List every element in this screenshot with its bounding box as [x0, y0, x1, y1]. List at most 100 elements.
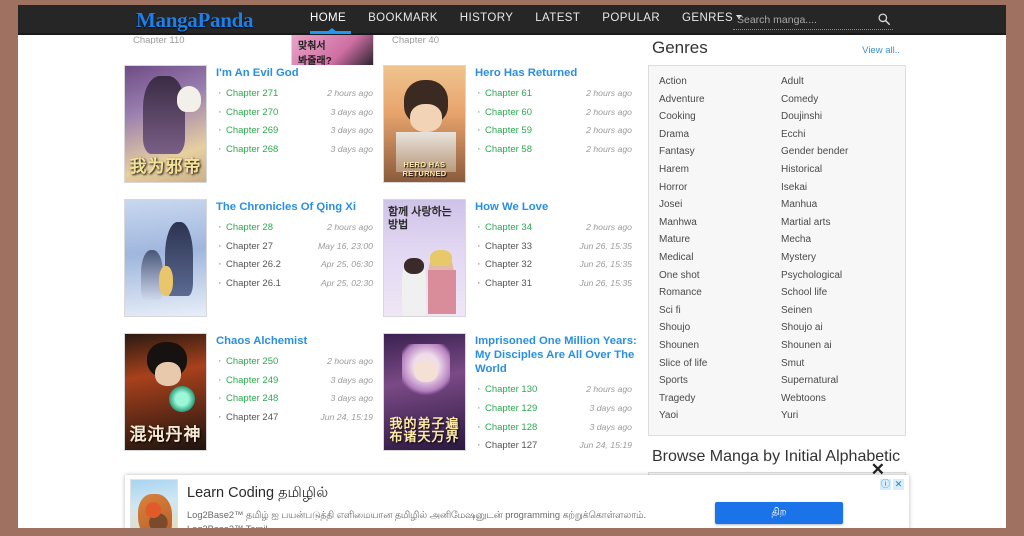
manga-card[interactable]: 混沌丹神 Chaos Alchemist · Chapter 250 2 hou…	[124, 327, 383, 468]
manga-cover-image[interactable]: HERO HAS RETURNED	[383, 65, 466, 183]
chapter-row[interactable]: · Chapter 60 2 hours ago	[475, 106, 642, 119]
genre-item[interactable]: Comedy	[781, 91, 895, 109]
chapter-row[interactable]: · Chapter 31 Jun 26, 15:35	[475, 277, 642, 290]
chapter-link[interactable]: Chapter 269	[226, 125, 330, 136]
chapter-link[interactable]: Chapter 250	[226, 356, 327, 367]
manga-card[interactable]: 我的弟子遍布诸天万界 Imprisoned One Million Years:…	[383, 327, 642, 468]
genre-item[interactable]: Seinen	[781, 302, 895, 320]
genre-item[interactable]: One shot	[659, 267, 773, 285]
chapter-row[interactable]: · Chapter 129 3 days ago	[475, 402, 642, 415]
genre-item[interactable]: Adult	[781, 73, 895, 91]
manga-title[interactable]: Hero Has Returned	[475, 66, 642, 80]
manga-title[interactable]: Chaos Alchemist	[216, 334, 383, 348]
chapter-row[interactable]: · Chapter 269 3 days ago	[216, 124, 383, 137]
chapter-link[interactable]: Chapter 33	[485, 241, 579, 252]
ad-close-icon[interactable]: ✕	[871, 461, 885, 478]
manga-title[interactable]: I'm An Evil God	[216, 66, 383, 80]
chapter-link[interactable]: Chapter 60	[485, 107, 586, 118]
manga-cover-image[interactable]: 我的弟子遍布诸天万界	[383, 333, 466, 451]
genre-item[interactable]: School life	[781, 284, 895, 302]
genre-item[interactable]: Ecchi	[781, 126, 895, 144]
chapter-link[interactable]: Chapter 26.2	[226, 259, 321, 270]
chapter-link[interactable]: Chapter 61	[485, 88, 586, 99]
chapter-row[interactable]: · Chapter 32 Jun 26, 15:35	[475, 258, 642, 271]
chapter-link[interactable]: Chapter 28	[226, 222, 327, 233]
manga-card[interactable]: HERO HAS RETURNED Hero Has Returned · Ch…	[383, 59, 642, 193]
ad-cta-button[interactable]: திற	[715, 502, 843, 524]
manga-cover-image[interactable]: 함께 사랑하는 방법	[383, 199, 466, 317]
genre-item[interactable]: Gender bender	[781, 143, 895, 161]
chapter-row[interactable]: · Chapter 249 3 days ago	[216, 374, 383, 387]
chapter-row[interactable]: · Chapter 268 3 days ago	[216, 143, 383, 156]
chapter-row[interactable]: · Chapter 58 2 hours ago	[475, 143, 642, 156]
chapter-row[interactable]: · Chapter 34 2 hours ago	[475, 221, 642, 234]
manga-title[interactable]: How We Love	[475, 200, 642, 214]
genre-item[interactable]: Josei	[659, 196, 773, 214]
chapter-row[interactable]: · Chapter 61 2 hours ago	[475, 87, 642, 100]
genre-item[interactable]: Mystery	[781, 249, 895, 267]
chapter-row[interactable]: · Chapter 250 2 hours ago	[216, 355, 383, 368]
genre-item[interactable]: Shounen ai	[781, 337, 895, 355]
genre-item[interactable]: Harem	[659, 161, 773, 179]
manga-title[interactable]: Imprisoned One Million Years: My Discipl…	[475, 334, 642, 376]
chapter-link[interactable]: Chapter 130	[485, 384, 586, 395]
chapter-link[interactable]: Chapter 59	[485, 125, 586, 136]
genre-item[interactable]: Mature	[659, 231, 773, 249]
genre-item[interactable]: Fantasy	[659, 143, 773, 161]
chapter-row[interactable]: · Chapter 130 2 hours ago	[475, 383, 642, 396]
chapter-row[interactable]: · Chapter 128 3 days ago	[475, 421, 642, 434]
genre-item[interactable]: Adventure	[659, 91, 773, 109]
genre-item[interactable]: Martial arts	[781, 214, 895, 232]
chapter-link[interactable]: Chapter 248	[226, 393, 330, 404]
genre-item[interactable]: Isekai	[781, 179, 895, 197]
genre-item[interactable]: Supernatural	[781, 372, 895, 390]
chapter-row[interactable]: · Chapter 28 2 hours ago	[216, 221, 383, 234]
search-input[interactable]	[737, 11, 867, 28]
genre-item[interactable]: Action	[659, 73, 773, 91]
chapter-link[interactable]: Chapter 268	[226, 144, 330, 155]
genre-item[interactable]: Shoujo	[659, 319, 773, 337]
manga-card[interactable]: The Chronicles Of Qing Xi · Chapter 28 2…	[124, 193, 383, 327]
ad-title[interactable]: Learn Coding தமிழில்	[187, 485, 328, 503]
site-logo[interactable]: MangaPanda	[136, 8, 253, 33]
chapter-link[interactable]: Chapter 127	[485, 440, 579, 451]
genre-item[interactable]: Drama	[659, 126, 773, 144]
genre-item[interactable]: Sports	[659, 372, 773, 390]
chapter-link[interactable]: Chapter 31	[485, 278, 579, 289]
genre-item[interactable]: Tragedy	[659, 390, 773, 408]
chapter-row[interactable]: · Chapter 270 3 days ago	[216, 106, 383, 119]
chapter-row[interactable]: · Chapter 247 Jun 24, 15:19	[216, 411, 383, 424]
ad-thumbnail-image[interactable]	[130, 479, 178, 528]
chapter-link[interactable]: Chapter 270	[226, 107, 330, 118]
ad-info-icon[interactable]: ⓘ	[880, 479, 891, 490]
chapter-row[interactable]: · Chapter 26.1 Apr 25, 02:30	[216, 277, 383, 290]
chapter-row[interactable]: · Chapter 248 3 days ago	[216, 392, 383, 405]
genre-item[interactable]: Yuri	[781, 407, 895, 425]
genre-item[interactable]: Shoujo ai	[781, 319, 895, 337]
genre-item[interactable]: Historical	[781, 161, 895, 179]
manga-card[interactable]: 함께 사랑하는 방법 How We Love · Chapter 34 2 ho…	[383, 193, 642, 327]
genre-item[interactable]: Shounen	[659, 337, 773, 355]
chapter-link[interactable]: Chapter 271	[226, 88, 327, 99]
chapter-link[interactable]: Chapter 58	[485, 144, 586, 155]
chapter-link[interactable]: Chapter 128	[485, 422, 589, 433]
ad-dismiss-icon[interactable]: ✕	[893, 479, 904, 490]
genre-item[interactable]: Webtoons	[781, 390, 895, 408]
manga-card[interactable]: 我为邪帝 I'm An Evil God · Chapter 271 2 hou…	[124, 59, 383, 193]
genre-item[interactable]: Yaoi	[659, 407, 773, 425]
manga-cover-image[interactable]	[124, 199, 207, 317]
chapter-row[interactable]: · Chapter 59 2 hours ago	[475, 124, 642, 137]
genre-item[interactable]: Smut	[781, 355, 895, 373]
genre-item[interactable]: Manhua	[781, 196, 895, 214]
genre-item[interactable]: Slice of life	[659, 355, 773, 373]
chapter-link[interactable]: Chapter 247	[226, 412, 320, 423]
genre-item[interactable]: Romance	[659, 284, 773, 302]
manga-title[interactable]: The Chronicles Of Qing Xi	[216, 200, 383, 214]
chapter-link[interactable]: Chapter 34	[485, 222, 586, 233]
chapter-link[interactable]: Chapter 32	[485, 259, 579, 270]
search-icon[interactable]	[877, 12, 891, 26]
genre-item[interactable]: Medical	[659, 249, 773, 267]
chapter-link[interactable]: Chapter 129	[485, 403, 589, 414]
manga-cover-image[interactable]: 混沌丹神	[124, 333, 207, 451]
nav-item-latest[interactable]: LATEST	[524, 5, 591, 31]
